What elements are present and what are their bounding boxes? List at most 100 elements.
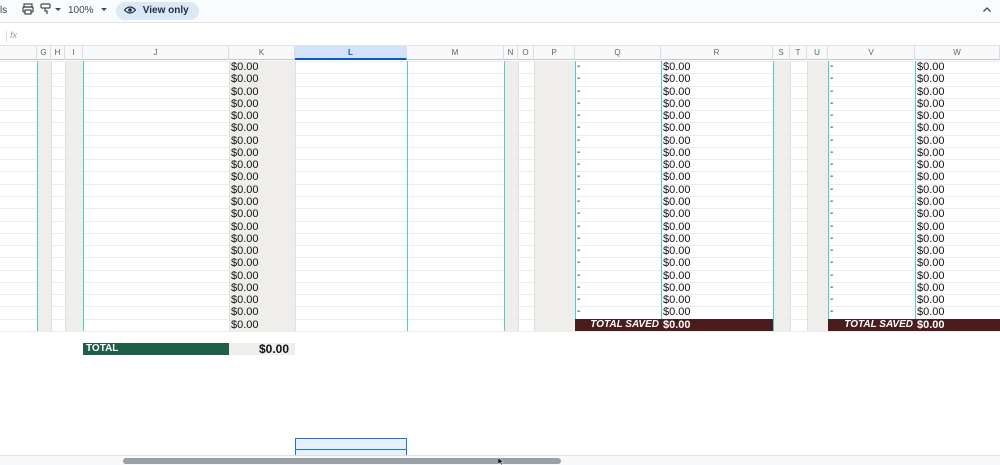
k-value-cell[interactable]: $0.00: [231, 147, 259, 159]
q-column-cell[interactable]: -: [577, 98, 580, 110]
k-value-cell[interactable]: $0.00: [231, 245, 259, 257]
total-saved-row[interactable]: TOTAL SAVED $0.00: [828, 318, 1000, 331]
k-value-cell[interactable]: $0.00: [231, 73, 259, 85]
r-column-cell[interactable]: $0.00: [663, 257, 691, 269]
k-value-cell[interactable]: $0.00: [231, 221, 259, 233]
w-column-cell[interactable]: $0.00: [917, 73, 945, 85]
w-column-cell[interactable]: $0.00: [917, 257, 945, 269]
v-column-cell[interactable]: -: [830, 221, 833, 233]
v-column-cell[interactable]: -: [830, 122, 833, 134]
q-column-cell[interactable]: -: [577, 233, 580, 245]
w-column-cell[interactable]: $0.00: [917, 61, 945, 73]
r-column-cell[interactable]: $0.00: [663, 282, 691, 294]
v-column-cell[interactable]: -: [830, 245, 833, 257]
r-column-cell[interactable]: $0.00: [663, 221, 691, 233]
r-column-cell[interactable]: $0.00: [663, 245, 691, 257]
k-value-cell[interactable]: $0.00: [231, 306, 259, 318]
q-column-cell[interactable]: -: [577, 196, 580, 208]
q-column-cell[interactable]: -: [577, 257, 580, 269]
v-column-cell[interactable]: -: [830, 184, 833, 196]
q-column-cell[interactable]: -: [577, 294, 580, 306]
column-header-q[interactable]: Q: [575, 46, 661, 60]
k-value-cell[interactable]: $0.00: [231, 257, 259, 269]
k-value-cell[interactable]: $0.00: [231, 319, 259, 331]
w-column-cell[interactable]: $0.00: [917, 270, 945, 282]
r-column-cell[interactable]: $0.00: [663, 208, 691, 220]
q-column-cell[interactable]: -: [577, 245, 580, 257]
r-column-cell[interactable]: $0.00: [663, 73, 691, 85]
r-column-cell[interactable]: $0.00: [663, 294, 691, 306]
q-column-cell[interactable]: -: [577, 135, 580, 147]
q-column-cell[interactable]: -: [577, 184, 580, 196]
r-column-cell[interactable]: $0.00: [663, 98, 691, 110]
horizontal-scroll-thumb[interactable]: [123, 458, 561, 464]
column-header-k[interactable]: K: [229, 46, 295, 60]
q-column-cell[interactable]: -: [577, 282, 580, 294]
column-header-u[interactable]: U: [807, 46, 828, 60]
v-column-cell[interactable]: -: [830, 110, 833, 122]
w-column-cell[interactable]: $0.00: [917, 147, 945, 159]
r-column-cell[interactable]: $0.00: [663, 110, 691, 122]
k-value-cell[interactable]: $0.00: [231, 135, 259, 147]
v-column-cell[interactable]: -: [830, 73, 833, 85]
r-column-cell[interactable]: $0.00: [663, 86, 691, 98]
w-column-cell[interactable]: $0.00: [917, 135, 945, 147]
w-column-cell[interactable]: $0.00: [917, 306, 945, 318]
column-header-t[interactable]: T: [790, 46, 807, 60]
k-value-cell[interactable]: $0.00: [231, 86, 259, 98]
q-column-cell[interactable]: -: [577, 73, 580, 85]
q-column-cell[interactable]: -: [577, 110, 580, 122]
v-column-cell[interactable]: -: [830, 208, 833, 220]
w-column-cell[interactable]: $0.00: [917, 122, 945, 134]
k-value-cell[interactable]: $0.00: [231, 208, 259, 220]
k-value-cell[interactable]: $0.00: [231, 233, 259, 245]
v-column-cell[interactable]: -: [830, 257, 833, 269]
k-value-cell[interactable]: $0.00: [231, 122, 259, 134]
print-icon[interactable]: [22, 0, 36, 22]
w-column-cell[interactable]: $0.00: [917, 221, 945, 233]
total-label-cell[interactable]: TOTAL: [83, 343, 229, 355]
column-header-m[interactable]: M: [407, 46, 504, 60]
column-header-o[interactable]: O: [518, 46, 534, 60]
v-column-cell[interactable]: -: [830, 86, 833, 98]
v-column-cell[interactable]: -: [830, 294, 833, 306]
q-column-cell[interactable]: -: [577, 208, 580, 220]
w-column-cell[interactable]: $0.00: [917, 184, 945, 196]
r-column-cell[interactable]: $0.00: [663, 135, 691, 147]
v-column-cell[interactable]: -: [830, 306, 833, 318]
column-header-blank[interactable]: [0, 46, 37, 60]
v-column-cell[interactable]: -: [830, 98, 833, 110]
r-column-cell[interactable]: $0.00: [663, 233, 691, 245]
w-column-cell[interactable]: $0.00: [917, 98, 945, 110]
r-column-cell[interactable]: $0.00: [663, 147, 691, 159]
v-column-cell[interactable]: -: [830, 147, 833, 159]
column-header-h[interactable]: H: [51, 46, 65, 60]
k-value-cell[interactable]: $0.00: [231, 282, 259, 294]
chevron-up-icon[interactable]: [980, 0, 994, 22]
column-header-j[interactable]: J: [83, 46, 229, 60]
k-value-cell[interactable]: $0.00: [231, 196, 259, 208]
zoom-select[interactable]: 100%: [68, 0, 108, 22]
column-header-v[interactable]: V: [828, 46, 915, 60]
w-column-cell[interactable]: $0.00: [917, 294, 945, 306]
w-column-cell[interactable]: $0.00: [917, 245, 945, 257]
r-column-cell[interactable]: $0.00: [663, 196, 691, 208]
v-column-cell[interactable]: -: [830, 282, 833, 294]
k-value-cell[interactable]: $0.00: [231, 98, 259, 110]
paint-format-button[interactable]: [40, 0, 62, 22]
column-header-i[interactable]: I: [65, 46, 83, 60]
column-header-l[interactable]: L: [295, 46, 407, 60]
view-only-button[interactable]: View only: [116, 2, 199, 20]
q-column-cell[interactable]: -: [577, 171, 580, 183]
q-column-cell[interactable]: -: [577, 86, 580, 98]
q-column-cell[interactable]: -: [577, 221, 580, 233]
w-column-cell[interactable]: $0.00: [917, 282, 945, 294]
column-header-n[interactable]: N: [504, 46, 518, 60]
r-column-cell[interactable]: $0.00: [663, 122, 691, 134]
q-column-cell[interactable]: -: [577, 122, 580, 134]
r-column-cell[interactable]: $0.00: [663, 61, 691, 73]
v-column-cell[interactable]: -: [830, 270, 833, 282]
q-column-cell[interactable]: -: [577, 147, 580, 159]
w-column-cell[interactable]: $0.00: [917, 86, 945, 98]
k-value-cell[interactable]: $0.00: [231, 159, 259, 171]
